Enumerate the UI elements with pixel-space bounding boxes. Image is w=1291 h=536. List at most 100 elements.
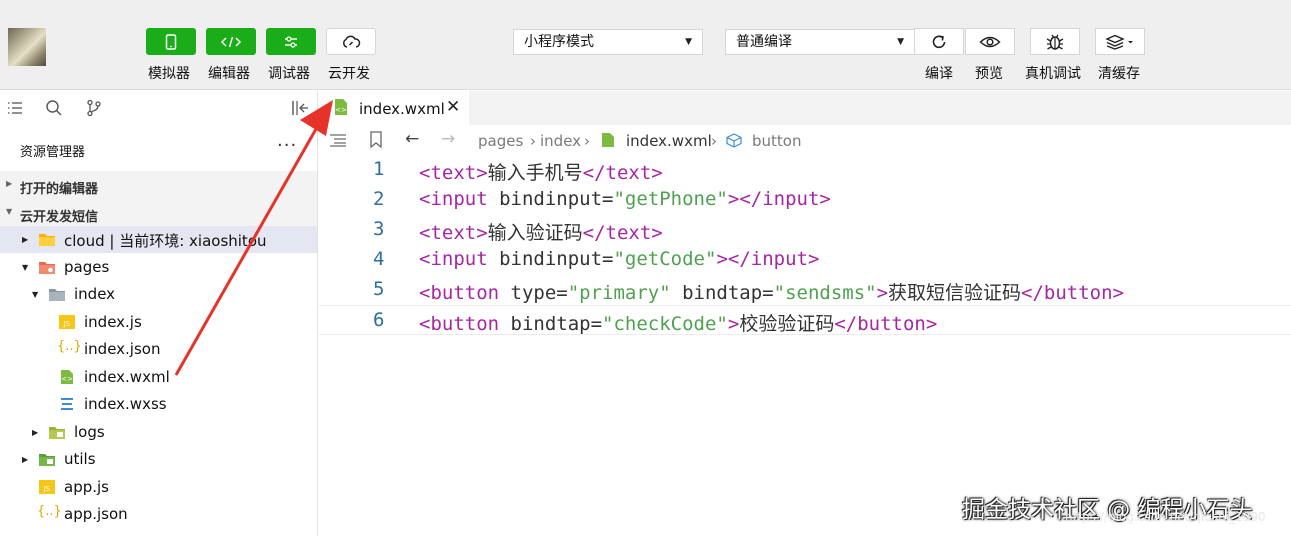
cloud-dev-label: 云开发: [328, 66, 370, 82]
cloud-folder-icon: [39, 234, 55, 246]
tree-item-index-wxml[interactable]: <> index.wxml: [0, 364, 317, 391]
remote-debug-button[interactable]: [1030, 28, 1080, 55]
js-file-icon: JS: [39, 480, 55, 494]
line-number: 2: [373, 188, 385, 210]
tree-item-index-json[interactable]: {..} index.json: [0, 336, 317, 363]
breadcrumb-file[interactable]: index.wxml: [626, 132, 712, 150]
code-line[interactable]: 4 <input bindinput="getCode"></input>: [319, 245, 1291, 275]
breadcrumb-separator: ›: [530, 132, 536, 150]
compile-select[interactable]: 普通编译 ▼: [725, 29, 915, 55]
tree-item-label: index: [74, 285, 116, 303]
code-icon: [220, 36, 242, 47]
avatar[interactable]: [8, 28, 46, 66]
compile-label: 编译: [925, 66, 953, 82]
line-number: 4: [373, 248, 385, 270]
preview-label: 预览: [975, 66, 1003, 82]
tree-item-label: app.js: [64, 478, 109, 496]
tree-item-logs[interactable]: ▶ logs: [0, 419, 317, 446]
refresh-icon: [932, 34, 946, 48]
breadcrumb-pages[interactable]: pages: [478, 132, 523, 150]
bookmark-icon[interactable]: [369, 131, 383, 149]
breadcrumb-separator: ›: [711, 132, 717, 150]
caret-down-icon: ▼: [897, 37, 904, 47]
tree-item-label: pages: [64, 258, 110, 276]
simulator-label: 模拟器: [148, 66, 190, 82]
chevron-down-icon: ▼: [32, 290, 39, 299]
json-file-icon: {..}: [57, 339, 82, 354]
tab-index-wxml[interactable]: <> index.wxml ✕: [319, 91, 469, 125]
svg-text:JS: JS: [63, 320, 71, 328]
wxml-file-icon: <>: [335, 99, 347, 115]
phone-icon: [165, 33, 177, 50]
open-editors-section[interactable]: ▶ 打开的编辑器: [0, 171, 317, 199]
tree-item-pages[interactable]: ▼ pages: [0, 254, 317, 281]
line-number: 6: [373, 309, 385, 331]
breadcrumb-element[interactable]: button: [752, 132, 801, 150]
compile-button[interactable]: [914, 28, 964, 55]
element-cube-icon: [726, 133, 742, 148]
line-number: 1: [373, 158, 385, 180]
source-control-icon[interactable]: [85, 99, 103, 117]
folder-icon: [49, 289, 65, 301]
tree-item-index-folder[interactable]: ▼ index: [0, 281, 317, 308]
outline-icon[interactable]: [329, 133, 347, 147]
chevron-right-icon: ▶: [22, 235, 29, 244]
explorer-header: 资源管理器 ···: [0, 125, 317, 171]
open-editors-label: 打开的编辑器: [20, 182, 99, 197]
close-icon[interactable]: ✕: [446, 97, 460, 117]
code-line[interactable]: 3 <text>输入验证码</text>: [319, 215, 1291, 245]
tree-item-index-js[interactable]: JS index.js: [0, 309, 317, 336]
code-text: <text>输入手机号</text>: [419, 162, 663, 184]
more-icon[interactable]: ···: [277, 135, 297, 156]
code-line[interactable]: 5 <button type="primary" bindtap="sendsms…: [319, 275, 1291, 305]
search-icon[interactable]: [45, 99, 63, 117]
bug-icon: [1046, 34, 1064, 50]
tree-item-label: cloud | 当前环境: xiaoshitou: [64, 232, 267, 250]
sidebar-toolbar: [0, 91, 317, 125]
editor-button[interactable]: [206, 28, 256, 55]
clear-cache-button[interactable]: [1095, 28, 1145, 55]
line-number: 5: [373, 278, 385, 300]
folder-icon: [39, 454, 55, 466]
project-section[interactable]: ▼ 云开发发短信: [0, 199, 317, 227]
debugger-button[interactable]: [266, 28, 316, 55]
clear-cache-label: 清缓存: [1098, 66, 1140, 82]
cloud-icon: [343, 35, 361, 48]
simulator-button[interactable]: [146, 28, 196, 55]
chevron-down-icon: ▼: [22, 263, 29, 272]
collapse-panel-icon[interactable]: [290, 99, 310, 117]
code-line[interactable]: 6 <button bindtap="checkCode">校验验证码</butt…: [319, 305, 1291, 335]
code-text: <button bindtap="checkCode">校验验证码</butto…: [419, 313, 938, 335]
svg-text:<>: <>: [61, 375, 73, 383]
tree-item-cloud[interactable]: ▶ cloud | 当前环境: xiaoshitou: [0, 226, 317, 253]
sliders-icon: [285, 35, 297, 48]
svg-text:<>: <>: [335, 106, 347, 114]
tab-label: index.wxml: [359, 100, 445, 118]
mode-select[interactable]: 小程序模式 ▼: [513, 29, 703, 55]
tree-item-index-wxss[interactable]: index.wxss: [0, 391, 317, 418]
forward-arrow-icon[interactable]: →: [441, 129, 455, 149]
back-arrow-icon[interactable]: ←: [405, 129, 419, 149]
folder-icon: [39, 262, 55, 274]
tree-item-utils[interactable]: ▶ utils: [0, 446, 317, 473]
folder-icon: [49, 427, 65, 439]
preview-button[interactable]: [965, 28, 1015, 55]
eye-icon: [979, 36, 1001, 47]
project-label: 云开发发短信: [20, 210, 99, 225]
breadcrumb-index[interactable]: index: [540, 132, 581, 150]
explorer-title: 资源管理器: [20, 145, 86, 160]
breadcrumb-separator: ›: [584, 132, 590, 150]
wxml-file-icon: [602, 133, 614, 147]
list-icon[interactable]: [6, 99, 24, 117]
debugger-label: 调试器: [268, 66, 310, 82]
code-editor[interactable]: 1 <text>输入手机号</text> 2 <input bindinput="ge…: [319, 155, 1291, 536]
code-line[interactable]: 2 <input bindinput="getPhone"></input>: [319, 185, 1291, 215]
chevron-right-icon: ▶: [22, 455, 29, 464]
tree-item-app-js[interactable]: JS app.js: [0, 474, 317, 501]
wxss-file-icon: [61, 398, 73, 410]
code-line[interactable]: 1 <text>输入手机号</text>: [319, 155, 1291, 185]
caret-down-icon: ▼: [685, 37, 692, 47]
cloud-dev-button[interactable]: [326, 28, 376, 55]
code-text: <button type="primary" bindtap="sendsms"…: [419, 282, 1124, 304]
tree-item-app-json[interactable]: {..} app.json: [0, 501, 317, 528]
